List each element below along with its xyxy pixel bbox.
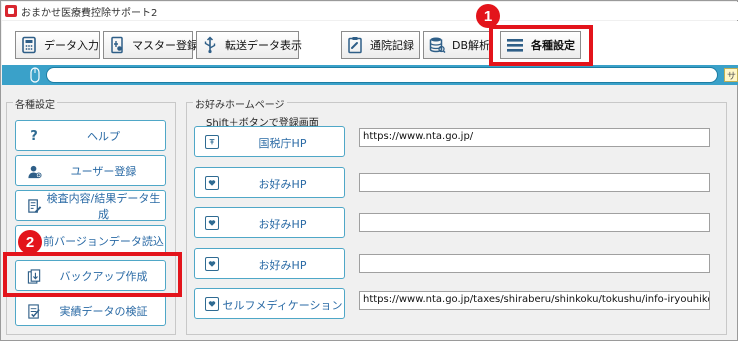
clipboard-icon — [346, 35, 364, 55]
verify-data-label: 実績データの検証 — [59, 304, 148, 318]
favorite-homepage-title: お好みホームページ — [193, 96, 287, 111]
step-1-badge: 1 — [476, 4, 500, 28]
settings-button[interactable]: 各種設定 — [500, 31, 581, 59]
homepage-label: 国税庁HP — [258, 137, 307, 150]
window-title: おまかせ医療費控除サポート2 — [21, 7, 158, 19]
help-label: ヘルプ — [87, 129, 120, 143]
user-icon — [26, 163, 42, 179]
visit-record-button[interactable]: 通院記録 — [341, 31, 420, 59]
homepage-url-field[interactable]: https://www.nta.go.jp/taxes/shiraberu/sh… — [359, 291, 710, 310]
step-2-badge: 2 — [18, 230, 42, 254]
document-edit-icon — [26, 198, 42, 214]
browser-icon — [205, 135, 219, 149]
verify-data-button[interactable]: 実績データの検証 — [15, 295, 166, 326]
backup-button[interactable]: バックアップ作成 — [15, 260, 166, 291]
title-bar: おまかせ医療費控除サポート2 — [2, 2, 738, 20]
homepage-button-favorite-1[interactable]: お好みHP — [194, 167, 345, 198]
generate-exam-data-label: 検査内容/結果データ生成 — [46, 191, 161, 221]
master-register-label: マスター登録 — [132, 39, 198, 52]
homepage-button-self-medication[interactable]: セルフメディケーション — [194, 288, 345, 319]
homepage-url-field[interactable] — [359, 254, 710, 273]
medicine-bottle-icon — [108, 35, 126, 55]
homepage-url-field[interactable] — [359, 173, 710, 192]
question-icon: ? — [30, 128, 38, 144]
data-entry-button[interactable]: データ入力 — [15, 31, 100, 59]
main-toolbar: データ入力 マスター登録 転送データ表示 通院記録 DB解析 各種設定 — [2, 21, 738, 65]
homepage-url-field[interactable]: https://www.nta.go.jp/ — [359, 128, 710, 147]
address-bar: サ — [2, 65, 738, 85]
db-analysis-button[interactable]: DB解析 — [423, 31, 492, 59]
transfer-data-button[interactable]: 転送データ表示 — [196, 31, 302, 59]
verify-icon — [26, 303, 42, 319]
heart-icon — [205, 257, 219, 271]
homepage-label: お好みHP — [258, 259, 307, 272]
user-register-button[interactable]: ユーザー登録 — [15, 155, 166, 186]
help-button[interactable]: ? ヘルプ — [15, 120, 166, 151]
list-menu-icon — [505, 35, 525, 55]
master-register-button[interactable]: マスター登録 — [103, 31, 198, 59]
data-entry-label: データ入力 — [44, 39, 99, 52]
settings-label: 各種設定 — [531, 39, 575, 52]
app-icon — [5, 5, 17, 17]
user-register-label: ユーザー登録 — [70, 164, 137, 178]
app-window: おまかせ医療費控除サポート2 データ入力 マスター登録 転送データ表示 通院記録 — [0, 0, 738, 341]
backup-label: バックアップ作成 — [59, 269, 148, 283]
transfer-data-label: 転送データ表示 — [225, 39, 302, 52]
generate-exam-data-button[interactable]: 検査内容/結果データ生成 — [15, 190, 166, 221]
settings-group-title: 各種設定 — [13, 96, 57, 111]
usb-icon — [201, 35, 219, 55]
load-previous-version-label: 前バージョンデータ読込 — [43, 234, 164, 248]
visit-record-label: 通院記録 — [370, 39, 414, 52]
homepage-label: お好みHP — [258, 218, 307, 231]
side-tab[interactable]: サ — [724, 68, 738, 82]
homepage-button-favorite-3[interactable]: お好みHP — [194, 248, 345, 279]
backup-icon — [26, 268, 42, 284]
homepage-url-field[interactable] — [359, 213, 710, 232]
heart-icon — [205, 216, 219, 230]
calculator-icon — [20, 35, 38, 55]
database-icon — [428, 35, 446, 55]
mouse-icon — [30, 67, 40, 83]
homepage-button-favorite-2[interactable]: お好みHP — [194, 207, 345, 238]
db-analysis-label: DB解析 — [452, 39, 491, 52]
heart-icon — [205, 176, 219, 190]
homepage-label: お好みHP — [258, 178, 307, 191]
homepage-label: セルフメディケーション — [222, 299, 343, 312]
heart-icon — [205, 297, 219, 311]
address-input[interactable] — [46, 67, 718, 83]
homepage-button-nta[interactable]: 国税庁HP — [194, 126, 345, 157]
